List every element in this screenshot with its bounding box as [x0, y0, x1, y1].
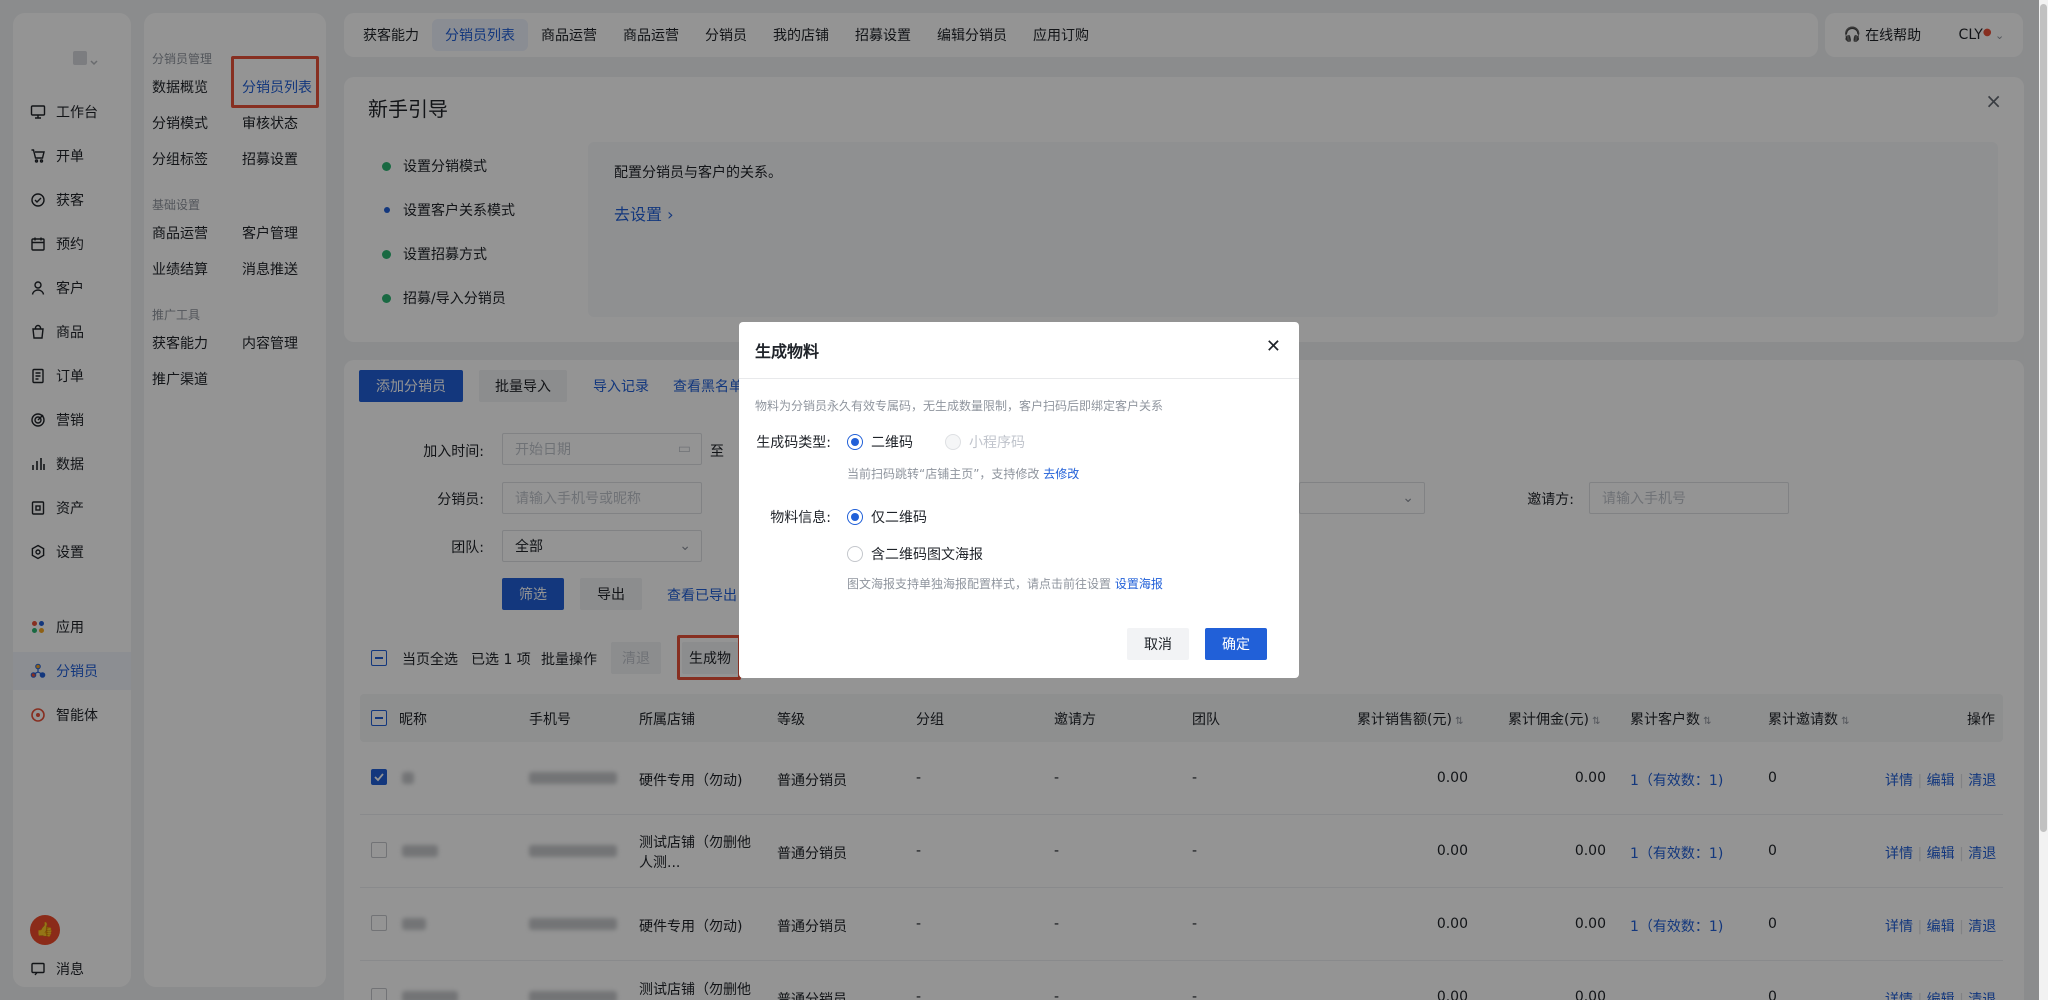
scrollbar-thumb[interactable]: [2040, 4, 2047, 832]
radio-dot: [847, 546, 863, 562]
code-type-label: 生成码类型:: [756, 435, 831, 451]
confirm-button[interactable]: 确定: [1205, 628, 1267, 660]
radio-miniprogram[interactable]: 小程序码: [945, 432, 1025, 452]
material-info-label: 物料信息:: [770, 510, 831, 526]
radio-label: 仅二维码: [871, 510, 927, 526]
generate-material-dialog: 生成物料 ✕ 物料为分销员永久有效专属码，无生成数量限制，客户扫码后即绑定客户关…: [739, 322, 1299, 678]
hint-text: 图文海报支持单独海报配置样式，请点击前往设置: [847, 577, 1112, 591]
modify-link[interactable]: 去修改: [1043, 467, 1079, 481]
radio-label: 二维码: [871, 435, 913, 451]
radio-dot: [847, 434, 863, 450]
radio-qrcode[interactable]: 二维码: [847, 432, 913, 452]
dialog-description: 物料为分销员永久有效专属码，无生成数量限制，客户扫码后即绑定客户关系: [755, 399, 1164, 413]
dialog-title: 生成物料: [755, 342, 820, 361]
cancel-button[interactable]: 取消: [1127, 628, 1189, 660]
radio-dot: [847, 509, 863, 525]
radio-dot: [945, 434, 961, 450]
close-icon[interactable]: ✕: [1266, 336, 1281, 357]
code-type-hint: 当前扫码跳转“店铺主页”，支持修改 去修改: [847, 465, 1079, 482]
dialog-divider: [739, 378, 1299, 379]
poster-hint: 图文海报支持单独海报配置样式，请点击前往设置 设置海报: [847, 575, 1163, 592]
radio-label: 小程序码: [969, 435, 1025, 451]
hint-text: 当前扫码跳转“店铺主页”，支持修改: [847, 467, 1040, 481]
radio-qrcode-only[interactable]: 仅二维码: [847, 507, 927, 527]
radio-label: 含二维码图文海报: [871, 547, 983, 563]
radio-poster[interactable]: 含二维码图文海报: [847, 544, 983, 564]
set-poster-link[interactable]: 设置海报: [1115, 577, 1163, 591]
